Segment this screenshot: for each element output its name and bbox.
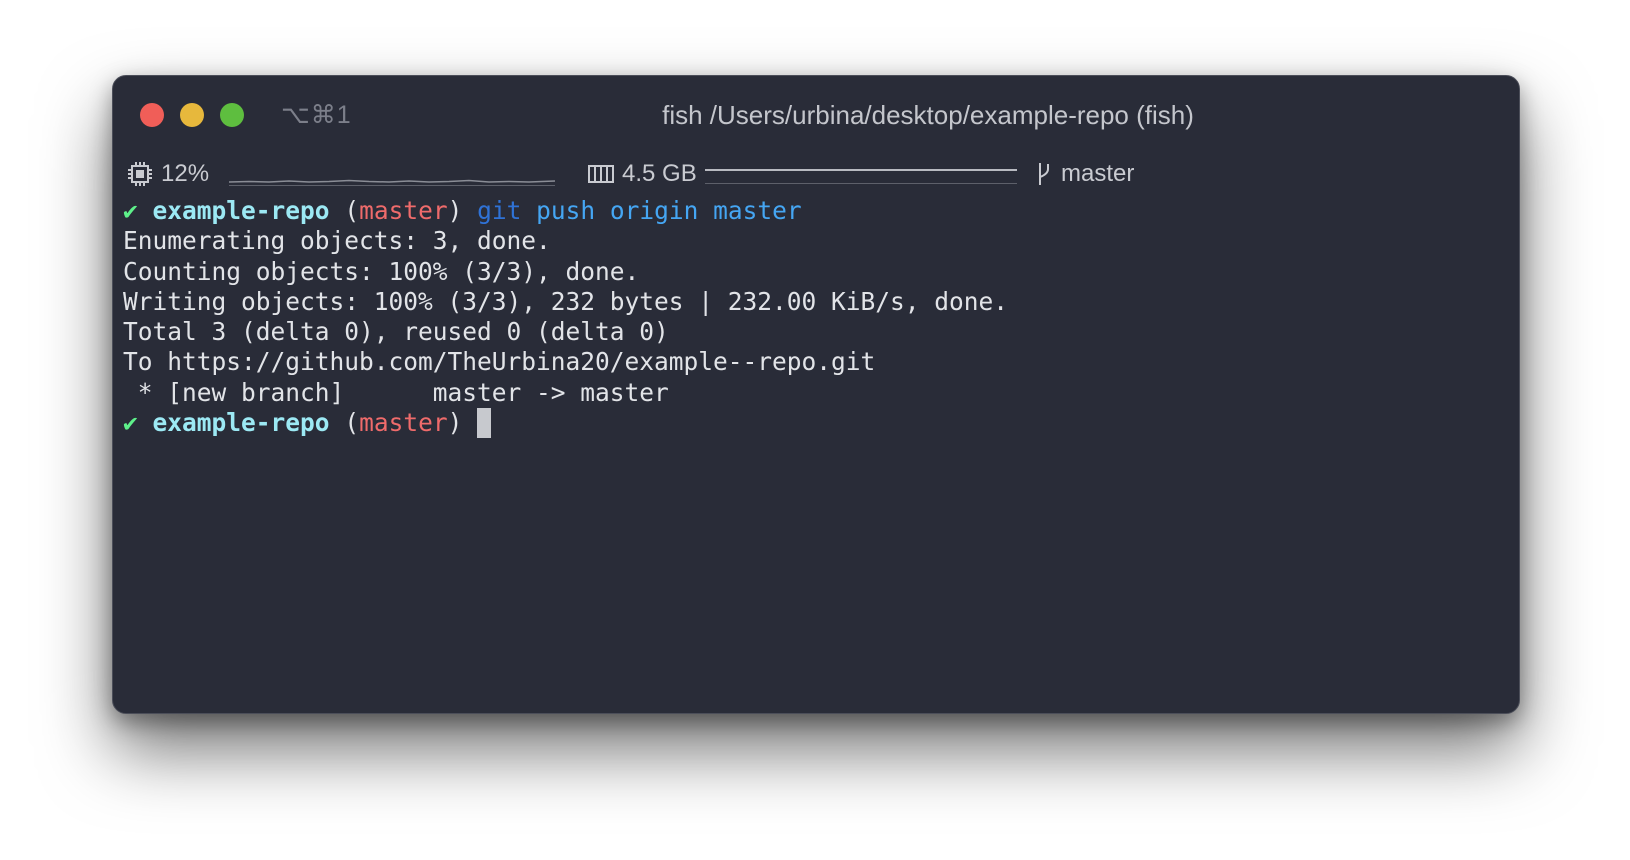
- title-bar[interactable]: ⌥⌘1 fish /Users/urbina/desktop/example-r…: [113, 76, 1519, 151]
- command-name: git: [477, 196, 522, 225]
- prompt-paren-close: ): [447, 408, 463, 438]
- cpu-status: 12%: [127, 156, 556, 192]
- cpu-graph: [229, 179, 556, 186]
- memory-chip-icon: [588, 165, 614, 183]
- prompt-directory: example-repo: [152, 408, 330, 438]
- terminal-window: ⌥⌘1 fish /Users/urbina/desktop/example-r…: [112, 75, 1520, 714]
- prompt-directory: example-repo: [152, 196, 330, 225]
- prompt-paren-close: ): [447, 196, 463, 225]
- close-window-button[interactable]: [140, 103, 164, 127]
- status-bar: 12% 4.5 GB master: [127, 156, 1519, 192]
- output-line: Enumerating objects: 3, done.: [123, 226, 551, 256]
- output-line: Total 3 (delta 0), reused 0 (delta 0): [123, 317, 669, 347]
- cpu-chip-icon: [128, 162, 152, 186]
- cpu-percent: 12%: [161, 160, 210, 187]
- prompt-line: ✔ example-repo (master) git push origin …: [123, 196, 1509, 226]
- output-line: * [new branch] master -> master: [123, 377, 669, 407]
- prompt-branch: master: [359, 408, 448, 438]
- output-line: To https://github.com/TheUrbina20/exampl…: [123, 347, 876, 377]
- success-check-icon: ✔: [123, 408, 138, 438]
- prompt-branch: master: [359, 196, 448, 225]
- success-check-icon: ✔: [123, 196, 138, 225]
- git-branch-icon: [1039, 163, 1049, 185]
- memory-status: 4.5 GB: [588, 156, 1017, 192]
- prompt-line[interactable]: ✔ example-repo (master): [123, 408, 1509, 439]
- terminal-output[interactable]: ✔ example-repo (master) git push origin …: [123, 196, 1509, 703]
- zoom-window-button[interactable]: [220, 103, 244, 127]
- memory-usage: 4.5 GB: [622, 160, 697, 187]
- prompt-paren-open: (: [344, 196, 360, 225]
- git-branch-name: master: [1061, 160, 1135, 187]
- output-line: Writing objects: 100% (3/3), 232 bytes |…: [123, 286, 1009, 316]
- memory-graph: [704, 169, 1017, 184]
- minimize-window-button[interactable]: [180, 103, 204, 127]
- text-cursor: [477, 408, 492, 439]
- command-args: push origin master: [536, 196, 802, 225]
- git-branch-status: master: [1035, 156, 1134, 192]
- tab-shortcut-label: ⌥⌘1: [281, 101, 352, 129]
- prompt-paren-open: (: [344, 408, 360, 438]
- output-line: Counting objects: 100% (3/3), done.: [123, 256, 640, 286]
- window-title: fish /Users/urbina/desktop/example-repo …: [662, 100, 1194, 130]
